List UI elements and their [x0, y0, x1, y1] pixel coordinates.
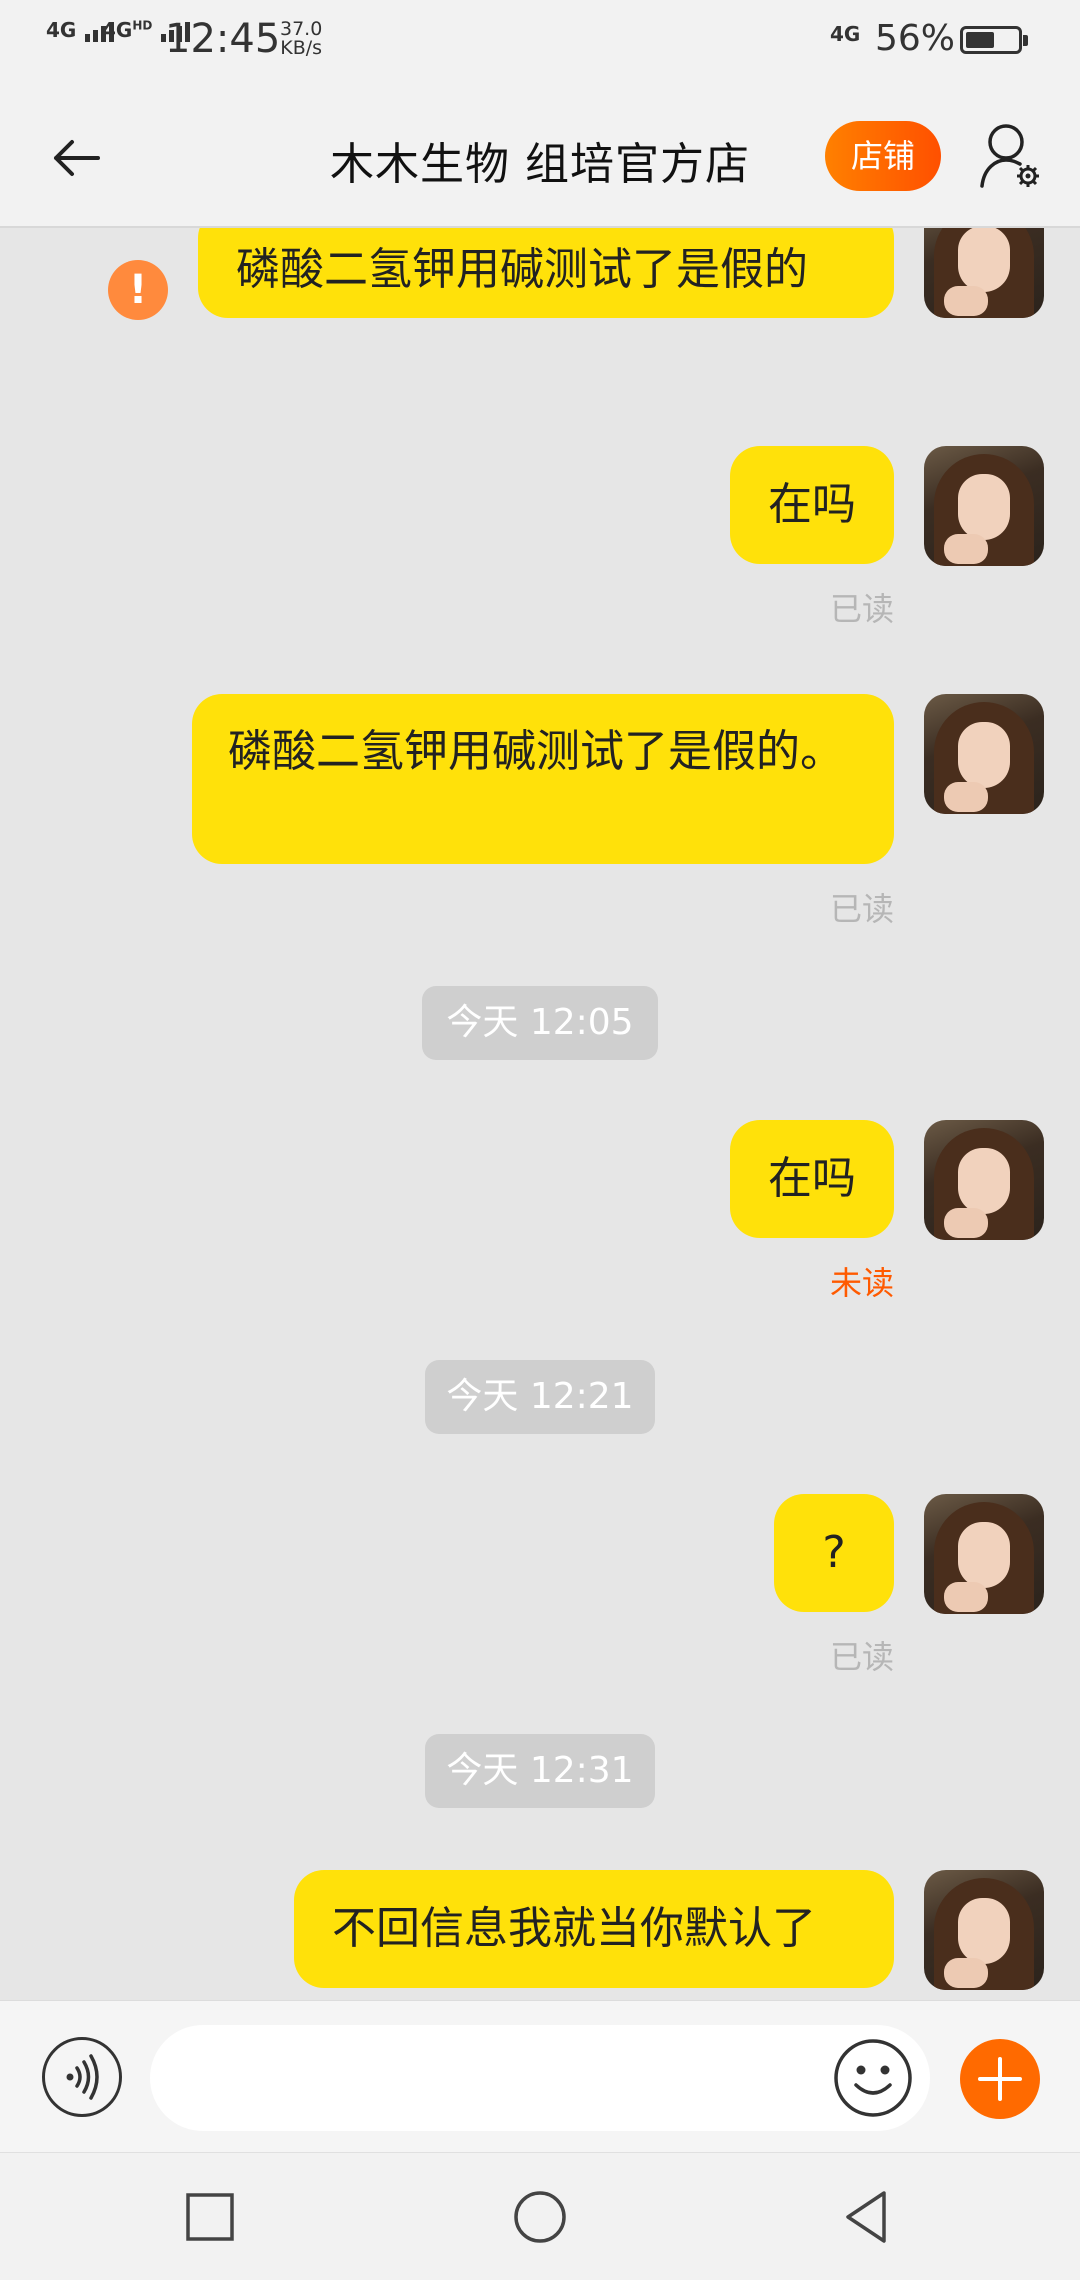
read-status: 已读	[829, 590, 894, 628]
user-settings-button[interactable]	[978, 120, 1042, 192]
voice-button[interactable]	[42, 2037, 122, 2117]
status-bar: 4G 4GHD 12:45 37.0 KB/s 4G 56%	[0, 0, 1080, 88]
battery-nub	[1023, 35, 1028, 46]
nav-back-button[interactable]	[836, 2185, 900, 2249]
emoji-icon	[834, 2039, 912, 2117]
right-network-label: 4G	[830, 22, 861, 46]
avatar[interactable]	[924, 1870, 1044, 1990]
message-bubble[interactable]: 在吗	[730, 1120, 894, 1238]
message-bubble[interactable]: 磷酸二氢钾用碱测试了是假的。	[192, 694, 894, 864]
avatar[interactable]	[924, 228, 1044, 318]
battery-percent: 56%	[875, 18, 956, 59]
timestamp-pill: 今天 12:31	[425, 1734, 655, 1808]
input-bar	[0, 2000, 1080, 2152]
clock: 12:45	[165, 16, 281, 62]
more-button[interactable]	[960, 2039, 1040, 2119]
plus-icon	[978, 2057, 1022, 2101]
avatar[interactable]	[924, 694, 1044, 814]
avatar[interactable]	[924, 1120, 1044, 1240]
speed-unit: KB/s	[280, 37, 323, 59]
recents-button[interactable]	[178, 2185, 242, 2249]
message-input[interactable]	[150, 2025, 930, 2131]
triangle-back-icon	[846, 2191, 886, 2243]
chat-header: 木木生物 组培官方店 店铺	[0, 88, 1080, 228]
hd-label: HD	[132, 18, 153, 33]
network-type-label: 4G	[46, 18, 77, 42]
battery-icon	[960, 26, 1028, 54]
square-icon	[186, 2193, 234, 2241]
emoji-button[interactable]	[832, 2037, 914, 2119]
shop-button[interactable]: 店铺	[825, 121, 941, 191]
message-list[interactable]: ! 磷酸二氢钾用碱测试了是假的 在吗 已读 磷酸二氢钾用碱测试了是假的。 已读 …	[0, 228, 1080, 2000]
message-bubble[interactable]: 在吗	[730, 446, 894, 564]
circle-icon	[514, 2191, 566, 2243]
send-failed-icon[interactable]: !	[108, 260, 168, 320]
voice-icon	[66, 2054, 99, 2100]
system-nav-bar	[0, 2152, 1080, 2280]
timestamp-pill: 今天 12:05	[422, 986, 658, 1060]
home-button[interactable]	[508, 2185, 572, 2249]
user-settings-icon	[980, 124, 1039, 188]
network-speed: 37.0 KB/s	[280, 20, 322, 58]
read-status: 已读	[829, 890, 894, 928]
read-status: 已读	[829, 1638, 894, 1676]
message-bubble[interactable]: 磷酸二氢钾用碱测试了是假的	[198, 228, 894, 318]
message-bubble[interactable]: 不回信息我就当你默认了	[294, 1870, 894, 1988]
battery-fill	[966, 32, 994, 48]
avatar[interactable]	[924, 446, 1044, 566]
timestamp-pill: 今天 12:21	[425, 1360, 655, 1434]
unread-status: 未读	[829, 1264, 894, 1302]
network-type-label: 4G	[102, 18, 133, 42]
avatar[interactable]	[924, 1494, 1044, 1614]
message-bubble[interactable]: ?	[774, 1494, 894, 1612]
